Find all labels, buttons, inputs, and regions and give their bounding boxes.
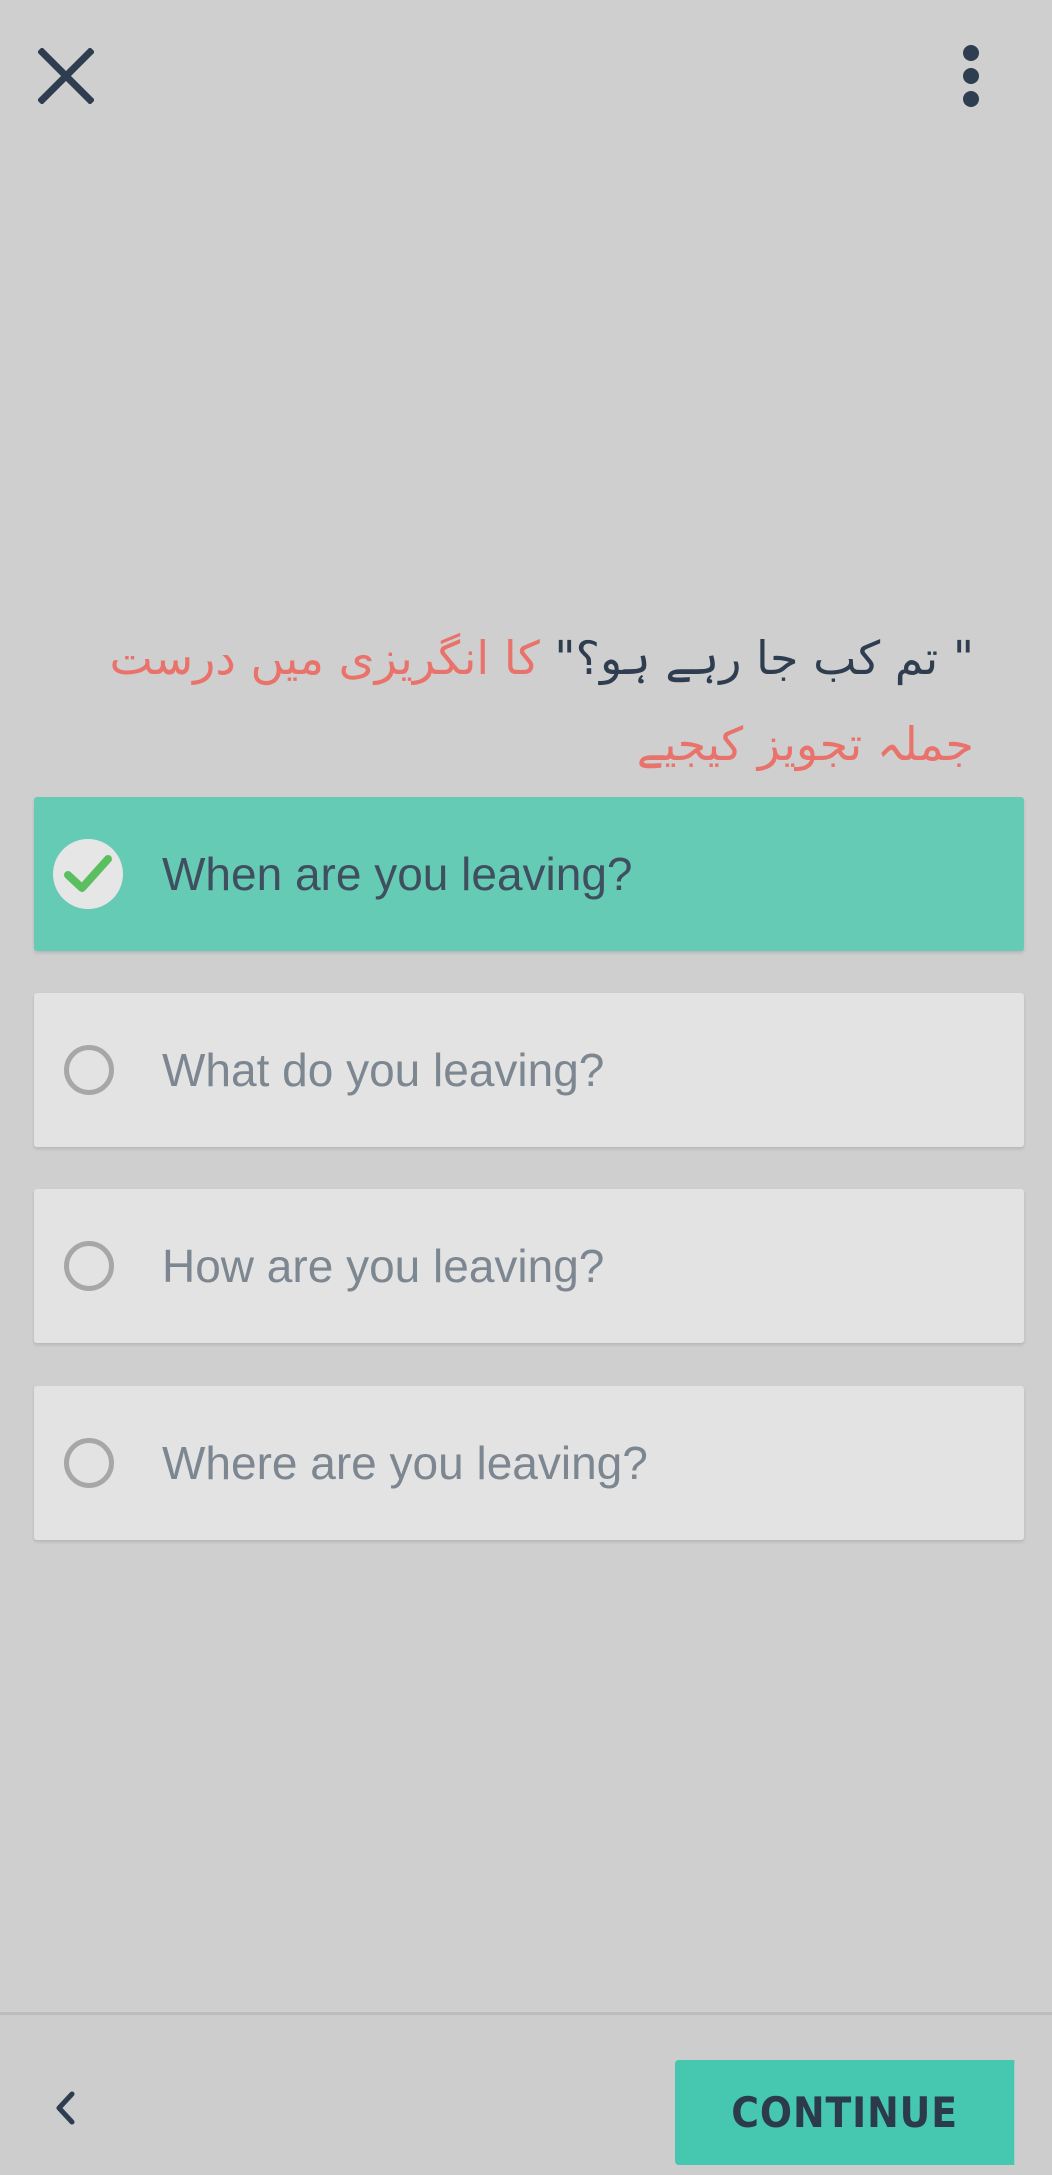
more-options-button[interactable]: [940, 36, 1002, 116]
answer-option-4[interactable]: Where are you leaving?: [34, 1386, 1024, 1540]
selected-check-icon: [53, 839, 123, 909]
bottom-bar: CONTINUE: [0, 2012, 1052, 2175]
answer-option-label: How are you leaving?: [162, 1240, 605, 1292]
answer-option-1[interactable]: When are you leaving?: [34, 797, 1024, 951]
top-bar: [0, 0, 1052, 160]
question-prompt: " تم کب جا رہے ہو؟" کا انگریزی میں درست …: [34, 615, 974, 787]
chevron-left-icon: [56, 2091, 75, 2125]
close-icon: [38, 48, 94, 104]
back-button[interactable]: [40, 2077, 90, 2139]
answer-option-label: What do you leaving?: [162, 1044, 605, 1096]
radio-unchecked-icon: [64, 1438, 114, 1488]
answer-option-label: When are you leaving?: [162, 848, 633, 900]
continue-button[interactable]: CONTINUE: [675, 2060, 1015, 2165]
more-vertical-icon: [963, 45, 979, 107]
radio-unchecked-icon: [64, 1045, 114, 1095]
radio-unchecked-icon: [64, 1241, 114, 1291]
close-button[interactable]: [30, 40, 102, 112]
answer-option-label: Where are you leaving?: [162, 1437, 648, 1489]
question-quoted-sentence: " تم کب جا رہے ہو؟": [554, 631, 974, 685]
answer-option-2[interactable]: What do you leaving?: [34, 993, 1024, 1147]
answer-option-3[interactable]: How are you leaving?: [34, 1189, 1024, 1343]
